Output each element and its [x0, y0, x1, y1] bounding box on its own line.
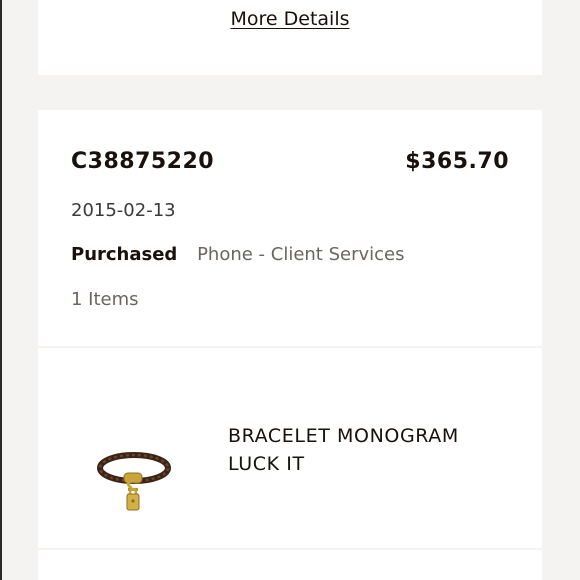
order-channel: Phone - Client Services: [197, 244, 405, 265]
more-details-link[interactable]: More Details: [38, 8, 542, 30]
next-item-card: [38, 550, 542, 580]
order-date: 2015-02-13: [71, 200, 176, 221]
bracelet-icon[interactable]: [96, 448, 172, 520]
order-item-count: 1 Items: [71, 289, 139, 310]
details-card: More Details: [38, 0, 542, 75]
screen-edge: [0, 0, 2, 580]
order-summary-card[interactable]: C38875220 $365.70 2015-02-13 Purchased P…: [38, 110, 542, 346]
order-status: Purchased: [71, 244, 178, 265]
order-id: C38875220: [71, 149, 215, 174]
order-status-row: Purchased Phone - Client Services: [71, 244, 405, 265]
item-name[interactable]: BRACELET MONOGRAM LUCK IT: [228, 422, 508, 478]
order-item-card[interactable]: BRACELET MONOGRAM LUCK IT: [38, 348, 542, 548]
order-price: $365.70: [405, 149, 509, 174]
